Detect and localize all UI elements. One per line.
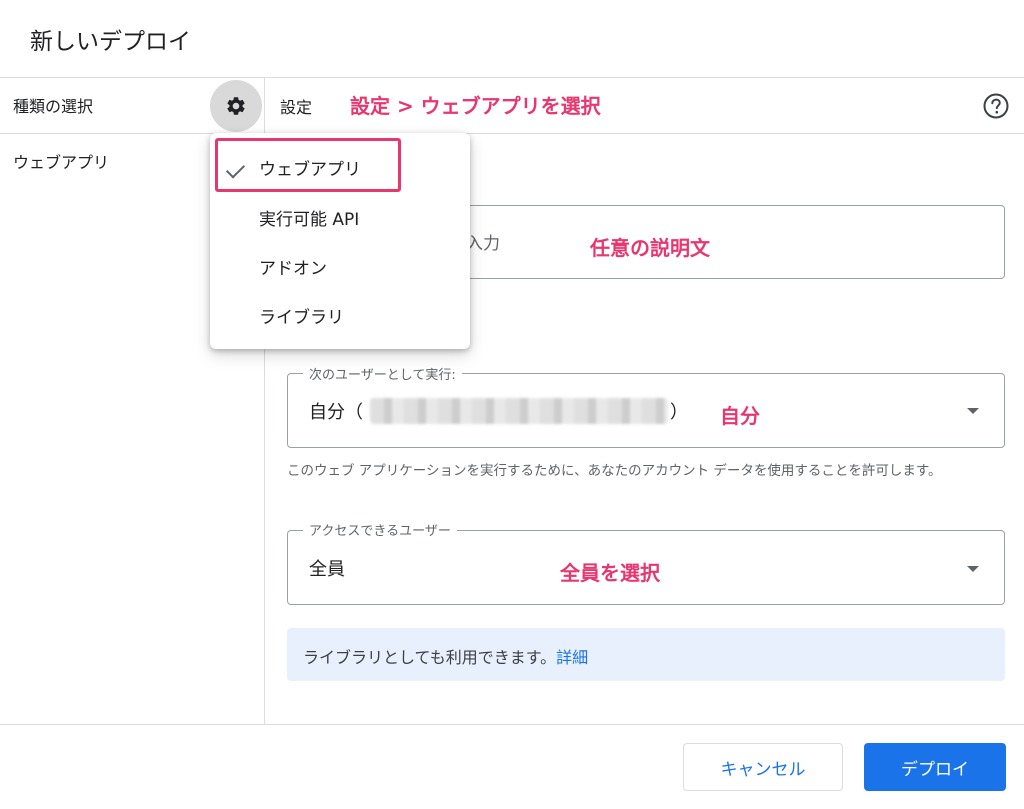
deploy-button[interactable]: デプロイ — [864, 743, 1006, 791]
settings-label: 設定 — [280, 98, 313, 117]
header-divider — [0, 77, 1024, 78]
annotation-settings: 設定 > ウェブアプリを選択 — [350, 94, 601, 118]
deploy-type-button[interactable] — [210, 80, 262, 132]
details-link[interactable]: 詳細 — [556, 648, 588, 667]
execute-as-value-close: ） — [670, 402, 688, 423]
menu-item-label: アドオン — [259, 259, 327, 279]
chevron-down-icon — [967, 408, 979, 414]
help-circle-icon — [983, 93, 1009, 119]
dialog-title: 新しいデプロイ — [30, 29, 191, 55]
menu-item-label: ライブラリ — [259, 308, 344, 328]
library-info-text: ライブラリとしても利用できます。詳細 — [303, 644, 588, 668]
menu-item-label: 実行可能 API — [259, 210, 360, 230]
execute-as-value: 自分（ — [309, 402, 363, 423]
type-select-header: 種類の選択 — [13, 97, 94, 116]
blurred-email — [370, 398, 668, 424]
menu-item-library[interactable]: ライブラリ — [210, 290, 470, 338]
subheader-divider — [0, 133, 1024, 134]
execute-as-legend: 次のユーザーとして実行: — [303, 364, 462, 383]
annotation-access: 全員を選択 — [560, 561, 660, 585]
description-placeholder: 入力 — [466, 234, 500, 254]
annotation-execute-as: 自分 — [720, 404, 760, 428]
footer-divider — [0, 724, 1024, 725]
menu-item-add-on[interactable]: アドオン — [210, 241, 470, 289]
help-button[interactable] — [982, 92, 1010, 120]
cancel-button[interactable]: キャンセル — [683, 743, 843, 791]
selected-type-web-app[interactable]: ウェブアプリ — [13, 149, 109, 173]
library-info-banner: ライブラリとしても利用できます。詳細 — [287, 628, 1005, 681]
chevron-down-icon — [967, 566, 979, 572]
annotation-highlight-box — [215, 138, 401, 192]
menu-item-executable-api[interactable]: 実行可能 API — [210, 192, 470, 240]
execute-as-helper-text: このウェブ アプリケーションを実行するために、あなたのアカウント データを使用す… — [287, 463, 942, 479]
library-info-message: ライブラリとしても利用できます。 — [303, 648, 557, 667]
annotation-description: 任意の説明文 — [590, 236, 710, 260]
access-value: 全員 — [309, 559, 345, 580]
access-legend: アクセスできるユーザー — [303, 520, 457, 539]
gear-icon — [227, 97, 245, 115]
